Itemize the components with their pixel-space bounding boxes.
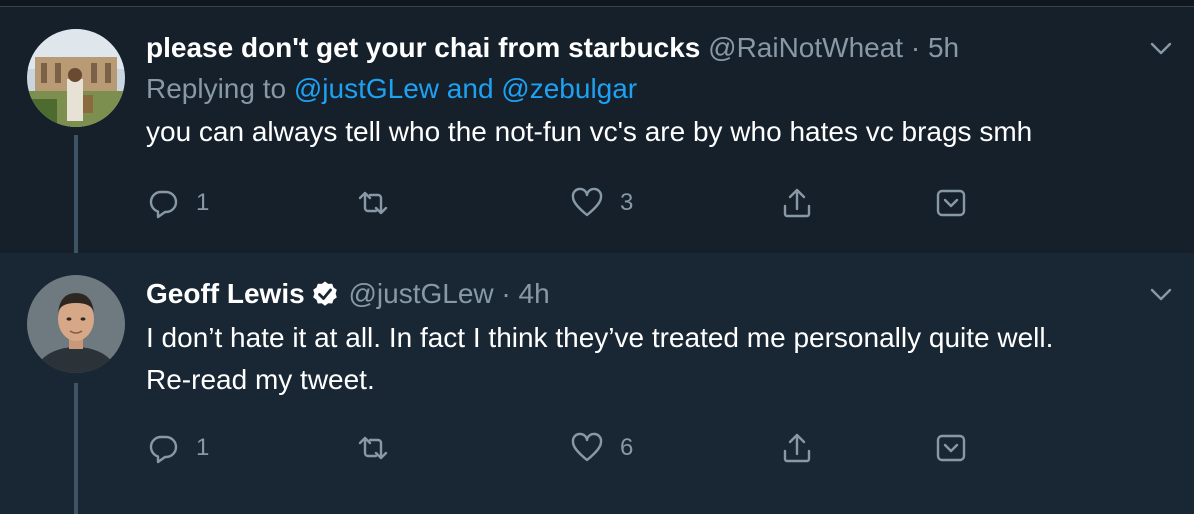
replying-prefix: Replying to (146, 73, 287, 104)
mention-link[interactable]: @justGLew (294, 73, 439, 104)
reply-icon (149, 190, 178, 219)
bookmark-button[interactable] (934, 183, 968, 223)
bookmark-icon (936, 434, 966, 462)
avatar-image (27, 29, 125, 127)
tweet-text-line: I don’t hate it at all. In fact I think … (146, 322, 1054, 353)
top-divider (0, 0, 1194, 7)
mention-link[interactable]: @zebulgar (501, 73, 637, 104)
thread-connector-line (74, 135, 78, 253)
display-name[interactable]: please don't get your chai from starbuck… (146, 32, 700, 63)
tweet-actions: 1 3 (146, 183, 1046, 223)
tweet[interactable]: Geoff Lewis @justGLew · 4h I don’t hate … (0, 253, 1194, 514)
verified-badge-icon (312, 281, 337, 306)
reply-button[interactable]: 1 (146, 183, 209, 223)
user-handle[interactable]: @RaiNotWheat (708, 32, 903, 63)
tweet[interactable]: please don't get your chai from starbuck… (0, 7, 1194, 253)
bookmark-icon (936, 189, 966, 217)
tweet-header: please don't get your chai from starbuck… (146, 31, 959, 65)
tweet-header: Geoff Lewis @justGLew · 4h (146, 277, 550, 311)
display-name[interactable]: Geoff Lewis (146, 278, 305, 309)
chevron-down-icon[interactable] (1150, 42, 1172, 56)
retweet-button[interactable] (356, 183, 390, 223)
tweet-text: I don’t hate it at all. In fact I think … (146, 317, 1176, 401)
replying-to: Replying to @justGLew and @zebulgar (146, 72, 637, 106)
avatar[interactable] (27, 275, 125, 373)
timestamp[interactable]: 5h (928, 32, 959, 63)
share-icon (783, 188, 811, 218)
reply-icon (149, 435, 178, 464)
reply-count: 1 (196, 434, 210, 461)
chevron-down-icon[interactable] (1150, 288, 1172, 302)
retweet-icon (358, 191, 388, 215)
like-count: 3 (620, 189, 634, 216)
like-button[interactable]: 6 (570, 428, 633, 468)
reply-button[interactable]: 1 (146, 428, 209, 468)
tweet-text-line: Re-read my tweet. (146, 364, 375, 395)
thread-connector-line (74, 383, 78, 514)
avatar[interactable] (27, 29, 125, 127)
bookmark-button[interactable] (934, 428, 968, 468)
avatar-image (27, 275, 125, 373)
retweet-icon (358, 436, 388, 460)
like-button[interactable]: 3 (570, 183, 633, 223)
reply-count: 1 (196, 189, 210, 216)
replying-conjunction: and (446, 73, 494, 104)
tweet-text-line: you can always tell who the not-fun vc's… (146, 116, 1033, 147)
timestamp[interactable]: 4h (519, 278, 550, 309)
heart-icon (571, 187, 603, 217)
tweet-actions: 1 6 (146, 428, 1046, 468)
retweet-button[interactable] (356, 428, 390, 468)
share-button[interactable] (780, 183, 814, 223)
like-count: 6 (620, 434, 634, 461)
tweet-text: you can always tell who the not-fun vc's… (146, 111, 1176, 153)
share-button[interactable] (780, 428, 814, 468)
heart-icon (571, 432, 603, 462)
separator: · (501, 278, 511, 309)
share-icon (783, 433, 811, 463)
separator: · (910, 32, 921, 63)
user-handle[interactable]: @justGLew (348, 278, 493, 309)
